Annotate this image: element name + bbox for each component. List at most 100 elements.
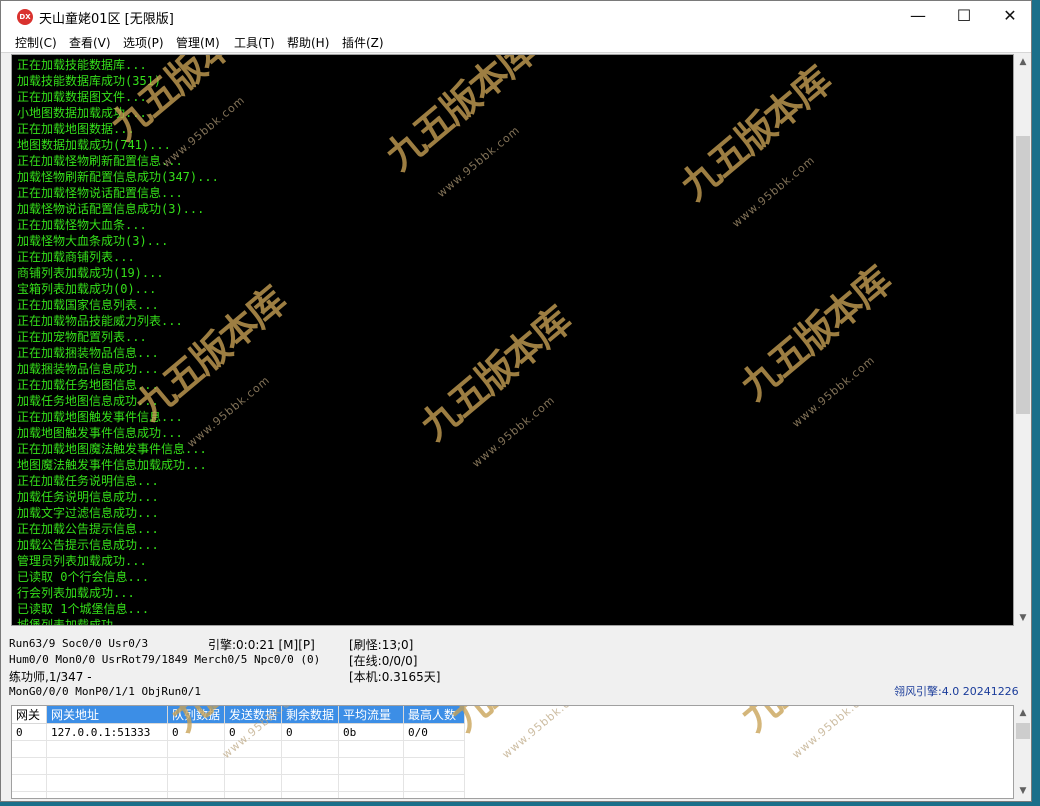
log-line: 正在加载物品技能威力列表...: [17, 314, 183, 328]
watermark: 九五版本库 www.95bbk.com: [732, 705, 962, 786]
watermark-url: www.95bbk.com: [789, 353, 878, 430]
scroll-down-arrow-icon[interactable]: ▼: [1015, 783, 1031, 799]
col-max-users[interactable]: 最高人数: [403, 706, 466, 724]
table-cell: [46, 774, 168, 792]
minimize-button[interactable]: —: [895, 1, 941, 31]
log-console[interactable]: 正在加载技能数据库... 加载技能数据库成功(351) 正在加载数据图文件... 小地…: [11, 54, 1014, 626]
watermark-text: 九五版本库: [411, 298, 579, 449]
log-line: 加载技能数据库成功(351): [17, 74, 162, 88]
table-row[interactable]: 0 127.0.0.1:51333 0 0 0 0b 0/0: [12, 723, 466, 741]
col-gateway-address[interactable]: 网关地址: [46, 706, 168, 724]
watermark: 九五版本库 www.95bbk.com: [732, 258, 962, 455]
gateway-table[interactable]: 网关 网关地址 队列数据 发送数据 剩余数据 平均流量 最高人数 0 127.0.…: [11, 705, 1014, 799]
local-uptime: [本机:0.3165天]: [349, 670, 441, 684]
table-cell: [167, 757, 226, 775]
log-line: 正在加载地图数据...: [17, 122, 135, 136]
table-cell: [224, 791, 283, 798]
scroll-thumb[interactable]: [1016, 136, 1030, 414]
table-cell: [167, 791, 226, 798]
scroll-down-arrow-icon[interactable]: ▼: [1015, 610, 1031, 626]
table-cell: [338, 740, 405, 758]
status-run: Run63/9 Soc0/0 Usr0/3: [9, 637, 149, 650]
table-cell: [12, 774, 47, 792]
maximize-button[interactable]: ☐: [941, 1, 987, 31]
menu-tools[interactable]: 工具(T): [234, 34, 275, 51]
status-trainer: 练功师,1/347 -: [9, 670, 92, 684]
log-line: 正在加宠物配置列表...: [17, 330, 147, 344]
log-line: 加载公告提示信息成功...: [17, 538, 159, 552]
log-line: 正在加载商铺列表...: [17, 250, 135, 264]
table-cell: [281, 740, 340, 758]
table-cell: [12, 740, 47, 758]
log-line: 正在加载捆装物品信息...: [17, 346, 159, 360]
menu-manage[interactable]: 管理(M): [176, 34, 220, 51]
table-cell: [224, 757, 283, 775]
table-row[interactable]: [12, 757, 466, 775]
log-line: 正在加载怪物说话配置信息...: [17, 186, 183, 200]
log-line: 宝箱列表加载成功(0)...: [17, 282, 157, 296]
menu-plugins[interactable]: 插件(Z): [342, 34, 384, 51]
close-button[interactable]: ✕: [987, 1, 1033, 31]
watermark: 九五版本库 www.95bbk.com: [412, 298, 642, 495]
watermark-text: 九五版本库: [731, 258, 899, 409]
watermark: 九五版本库 www.95bbk.com: [442, 706, 672, 786]
table-row[interactable]: [12, 774, 466, 792]
col-sent-data[interactable]: 发送数据: [224, 706, 283, 724]
menu-options[interactable]: 选项(P): [123, 34, 164, 51]
engine-version: 翎风引擎:4.0 20241226: [894, 685, 1019, 698]
log-line: 地图魔法触发事件信息加载成功...: [17, 458, 207, 472]
table-row[interactable]: [12, 740, 466, 758]
table-cell: 0: [281, 723, 340, 741]
log-line: 加载地图触发事件信息成功...: [17, 426, 183, 440]
menu-control[interactable]: 控制(C): [15, 34, 57, 51]
log-line: 已读取 0个行会信息...: [17, 570, 150, 584]
table-cell: [12, 757, 47, 775]
table-cell: [12, 791, 47, 798]
log-line: 加载捆装物品信息成功...: [17, 362, 159, 376]
table-header-row: 网关 网关地址 队列数据 发送数据 剩余数据 平均流量 最高人数: [12, 706, 466, 724]
table-cell: 0b: [338, 723, 405, 741]
log-line: 管理员列表加载成功...: [17, 554, 147, 568]
log-line: 行会列表加载成功...: [17, 586, 135, 600]
log-line: 城堡列表加载成功...: [17, 618, 135, 626]
table-cell: [224, 740, 283, 758]
col-gateway[interactable]: 网关: [12, 706, 47, 724]
log-line: 正在加载任务说明信息...: [17, 474, 159, 488]
table-scrollbar[interactable]: ▲ ▼: [1015, 705, 1031, 799]
scroll-up-arrow-icon[interactable]: ▲: [1015, 705, 1031, 721]
menu-view[interactable]: 查看(V): [69, 34, 111, 51]
watermark-url: www.95bbk.com: [789, 705, 878, 761]
table-cell: [46, 757, 168, 775]
col-avg-traffic[interactable]: 平均流量: [338, 706, 405, 724]
watermark-text: 九五版本库: [727, 706, 900, 741]
col-queue-data[interactable]: 队列数据: [167, 706, 226, 724]
table-cell: [46, 740, 168, 758]
log-line: 加载任务地图信息成功...: [17, 394, 159, 408]
online-counter: [在线:0/0/0]: [349, 654, 418, 668]
title-bar[interactable]: DX 天山童姥01区 [无限版] — ☐ ✕: [1, 1, 1031, 31]
scroll-thumb[interactable]: [1016, 723, 1030, 739]
table-cell: [224, 774, 283, 792]
log-line: 已读取 1个城堡信息...: [17, 602, 150, 616]
table-cell: [403, 791, 466, 798]
log-line: 正在加载怪物刷新配置信息...: [17, 154, 183, 168]
watermark: 九五版本库 www.95bbk.com: [672, 58, 902, 255]
scroll-up-arrow-icon[interactable]: ▲: [1015, 54, 1031, 70]
table-cell: [403, 774, 466, 792]
console-scrollbar[interactable]: ▲ ▼: [1015, 54, 1031, 626]
menu-help[interactable]: 帮助(H): [287, 34, 329, 51]
watermark-url: www.95bbk.com: [434, 123, 523, 200]
server-window: DX 天山童姥01区 [无限版] — ☐ ✕ 控制(C) 查看(V) 选项(P)…: [0, 0, 1032, 802]
log-line: 正在加载怪物大血条...: [17, 218, 147, 232]
col-remaining-data[interactable]: 剩余数据: [281, 706, 340, 724]
table-cell: [281, 774, 340, 792]
table-cell: 0/0: [403, 723, 466, 741]
table-row[interactable]: [12, 791, 466, 798]
table-cell: [281, 757, 340, 775]
log-line: 地图数据加载成功(741)...: [17, 138, 171, 152]
table-cell: [281, 791, 340, 798]
log-line: 加载任务说明信息成功...: [17, 490, 159, 504]
log-line: 正在加载技能数据库...: [17, 58, 147, 72]
table-cell: [167, 740, 226, 758]
window-title: 天山童姥01区 [无限版]: [39, 12, 174, 27]
